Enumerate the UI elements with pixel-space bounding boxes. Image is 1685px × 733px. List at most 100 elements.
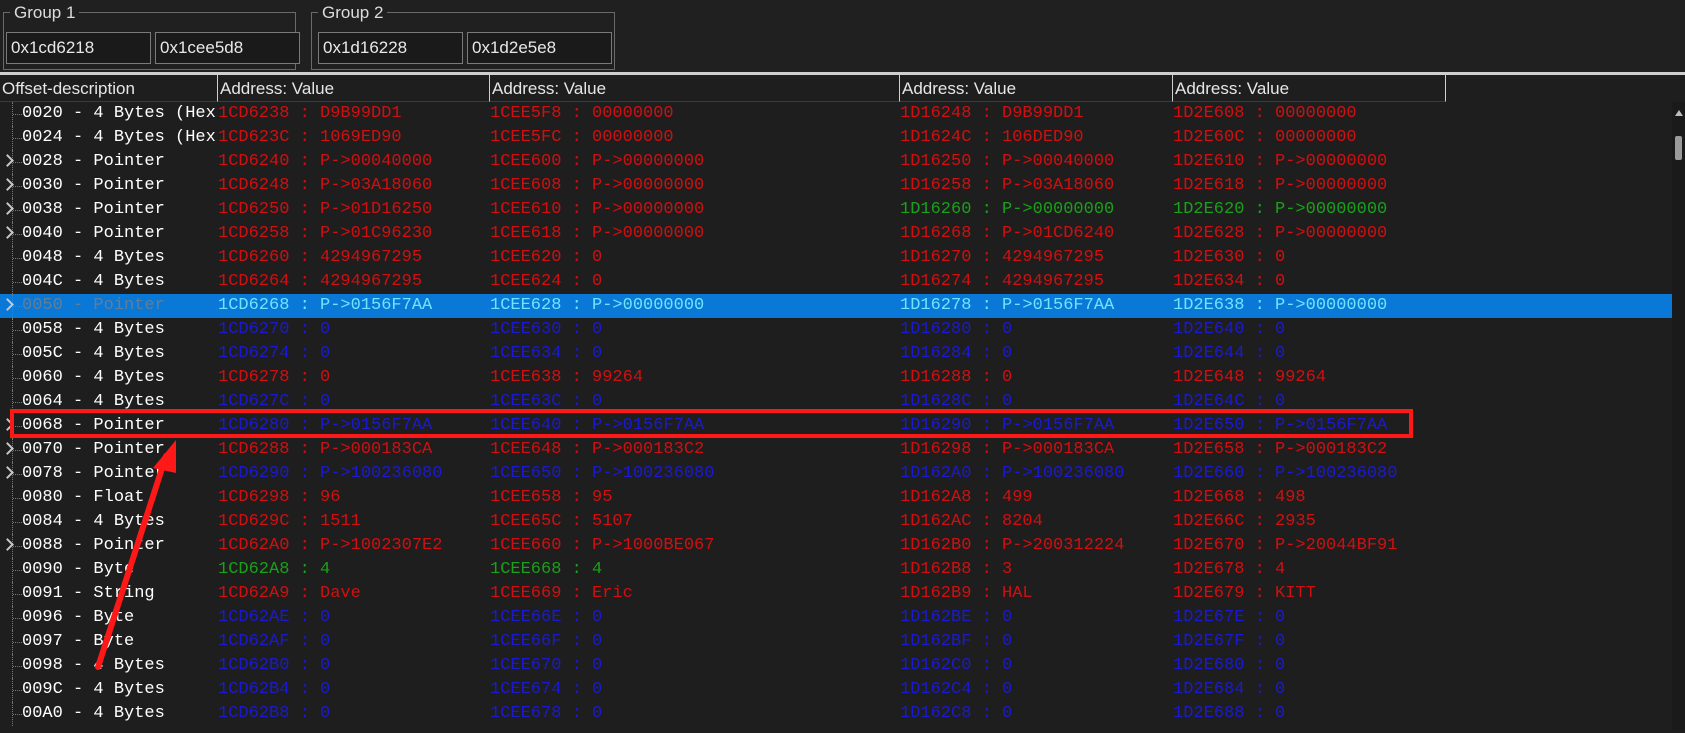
table-row[interactable]: 0064 - 4 Bytes 1CD627C : 0 1CEE63C : 0 1D16… — [0, 390, 1672, 414]
address-value-cell: 1D2E644 : 0 — [1173, 344, 1286, 363]
column-header-address-value-1[interactable]: Address: Value — [218, 75, 490, 102]
table-row[interactable]: 0090 - Byte 1CD62A8 : 4 1CEE668 : 4 1D162B8… — [0, 558, 1672, 582]
address-value-cell: 1CD62A8 : 4 — [218, 560, 331, 579]
table-row[interactable]: 0091 - String 1CD62A9 : Dave 1CEE669 : Eri… — [0, 582, 1672, 606]
address-value-cell: 1D1624C : 106DED90 — [900, 128, 1084, 147]
address-value-cell: 1D2E630 : 0 — [1173, 248, 1286, 267]
table-row[interactable]: 0050 - Pointer 1CD6268 : P->0156F7AA 1CEE6… — [0, 294, 1672, 318]
offset-description: 0030 - Pointer — [22, 176, 165, 195]
address-value-cell: 1D2E608 : 00000000 — [1173, 104, 1357, 123]
address-value-cell: 1D16274 : 4294967295 — [900, 272, 1105, 291]
table-row[interactable]: 0028 - Pointer 1CD6240 : P->00040000 1CEE6… — [0, 150, 1672, 174]
address-value-cell: 1CD6248 : P->03A18060 — [218, 176, 433, 195]
address-value-cell: 1D162B9 : HAL — [900, 584, 1033, 603]
table-row[interactable]: 0048 - 4 Bytes 1CD6260 : 4294967295 1CEE62… — [0, 246, 1672, 270]
address-value-cell: 1D2E688 : 0 — [1173, 704, 1286, 723]
table-row[interactable]: 0020 - 4 Bytes (Hex) 1CD6238 : D9B99DD1 1C… — [0, 102, 1672, 126]
offset-description: 009C - 4 Bytes — [22, 680, 165, 699]
table-row[interactable]: 005C - 4 Bytes 1CD6274 : 0 1CEE634 : 0 1D16… — [0, 342, 1672, 366]
vertical-scrollbar[interactable] — [1672, 102, 1685, 730]
address-value-cell: 1CEE658 : 95 — [490, 488, 613, 507]
address-value-cell: 1D16278 : P->0156F7AA — [900, 296, 1115, 315]
group-toolbar: Group 1 0x1cd6218 0x1cee5d8 Group 2 0x1d… — [0, 0, 1685, 72]
table-row[interactable]: 0030 - Pointer 1CD6248 : P->03A18060 1CEE6… — [0, 174, 1672, 198]
table-row[interactable]: 0058 - 4 Bytes 1CD6270 : 0 1CEE630 : 0 1D16… — [0, 318, 1672, 342]
address-value-cell: 1D2E628 : P->00000000 — [1173, 224, 1388, 243]
address-value-cell: 1D2E66C : 2935 — [1173, 512, 1316, 531]
table-row[interactable]: 0096 - Byte 1CD62AE : 0 1CEE66E : 0 1D162BE… — [0, 606, 1672, 630]
offset-description: 0040 - Pointer — [22, 224, 165, 243]
offset-description: 0078 - Pointer — [22, 464, 165, 483]
group-2-box: Group 2 0x1d16228 0x1d2e5e8 — [311, 4, 615, 70]
group-1-address-2-input[interactable]: 0x1cee5d8 — [155, 32, 300, 64]
table-row[interactable]: 0097 - Byte 1CD62AF : 0 1CEE66F : 0 1D162BF… — [0, 630, 1672, 654]
table-row[interactable]: 00A0 - 4 Bytes 1CD62B8 : 0 1CEE678 : 0 1D16… — [0, 702, 1672, 726]
group-2-address-2-input[interactable]: 0x1d2e5e8 — [467, 32, 612, 64]
offset-description: 0064 - 4 Bytes — [22, 392, 165, 411]
offset-description: 0020 - 4 Bytes (Hex) — [22, 104, 218, 123]
scroll-up-arrow-icon[interactable] — [1675, 110, 1683, 116]
group-2-address-1-input[interactable]: 0x1d16228 — [318, 32, 463, 64]
column-header: Offset-description Address: Value Addres… — [0, 75, 1685, 102]
address-value-cell: 1D16270 : 4294967295 — [900, 248, 1105, 267]
address-value-cell: 1CD62B8 : 0 — [218, 704, 331, 723]
address-value-cell: 1D162C0 : 0 — [900, 656, 1013, 675]
table-row[interactable]: 0060 - 4 Bytes 1CD6278 : 0 1CEE638 : 99264… — [0, 366, 1672, 390]
table-row[interactable]: 0068 - Pointer 1CD6280 : P->0156F7AA 1CEE6… — [0, 414, 1672, 438]
offset-description: 0090 - Byte — [22, 560, 135, 579]
table-row[interactable]: 009C - 4 Bytes 1CD62B4 : 0 1CEE674 : 0 1D16… — [0, 678, 1672, 702]
address-value-cell: 1D2E64C : 0 — [1173, 392, 1286, 411]
offset-description: 0097 - Byte — [22, 632, 135, 651]
column-header-address-value-2[interactable]: Address: Value — [490, 75, 900, 102]
address-value-cell: 1D2E678 : 4 — [1173, 560, 1286, 579]
address-value-cell: 1CEE66F : 0 — [490, 632, 603, 651]
table-row[interactable]: 0098 - 4 Bytes 1CD62B0 : 0 1CEE670 : 0 1D16… — [0, 654, 1672, 678]
address-value-cell: 1CD62AE : 0 — [218, 608, 331, 627]
column-header-address-value-3[interactable]: Address: Value — [900, 75, 1173, 102]
table-row[interactable]: 0070 - Pointer 1CD6288 : P->000183CA 1CEE6… — [0, 438, 1672, 462]
table-row[interactable]: 0084 - 4 Bytes 1CD629C : 1511 1CEE65C : 51… — [0, 510, 1672, 534]
scrollbar-thumb[interactable] — [1675, 136, 1682, 160]
offset-description: 004C - 4 Bytes — [22, 272, 165, 291]
address-value-cell: 1D2E648 : 99264 — [1173, 368, 1327, 387]
table-row[interactable]: 0080 - Float 1CD6298 : 96 1CEE658 : 95 1D16… — [0, 486, 1672, 510]
address-value-cell: 1D16290 : P->0156F7AA — [900, 416, 1115, 435]
address-value-cell: 1D2E660 : P->100236080 — [1173, 464, 1398, 483]
address-value-cell: 1CD6268 : P->0156F7AA — [218, 296, 433, 315]
address-value-cell: 1CEE640 : P->0156F7AA — [490, 416, 705, 435]
column-header-offset-description[interactable]: Offset-description — [0, 75, 218, 102]
address-value-cell: 1CD62AF : 0 — [218, 632, 331, 651]
table-row[interactable]: 0038 - Pointer 1CD6250 : P->01D16250 1CEE6… — [0, 198, 1672, 222]
address-value-cell: 1D2E67E : 0 — [1173, 608, 1286, 627]
offset-description: 0098 - 4 Bytes — [22, 656, 165, 675]
address-value-cell: 1D16268 : P->01CD6240 — [900, 224, 1115, 243]
address-value-cell: 1CEE650 : P->100236080 — [490, 464, 715, 483]
table-row[interactable]: 0088 - Pointer 1CD62A0 : P->1002307E2 1CEE… — [0, 534, 1672, 558]
offset-description: 0058 - 4 Bytes — [22, 320, 165, 339]
group-2-title: Group 2 — [318, 4, 388, 22]
table-row[interactable]: 0024 - 4 Bytes (Hex) 1CD623C : 1069ED90 1C… — [0, 126, 1672, 150]
address-value-cell: 1D2E684 : 0 — [1173, 680, 1286, 699]
table-row[interactable]: 004C - 4 Bytes 1CD6264 : 4294967295 1CEE62… — [0, 270, 1672, 294]
address-value-cell: 1D2E668 : 498 — [1173, 488, 1306, 507]
offset-description: 0091 - String — [22, 584, 155, 603]
table-row[interactable]: 0040 - Pointer 1CD6258 : P->01C96230 1CEE6… — [0, 222, 1672, 246]
address-value-cell: 1CD629C : 1511 — [218, 512, 361, 531]
address-value-cell: 1CD6258 : P->01C96230 — [218, 224, 433, 243]
address-value-cell: 1CD6288 : P->000183CA — [218, 440, 433, 459]
offset-description: 0068 - Pointer — [22, 416, 165, 435]
address-value-cell: 1CEE65C : 5107 — [490, 512, 633, 531]
address-value-cell: 1CEE624 : 0 — [490, 272, 603, 291]
address-value-cell: 1CEE669 : Eric — [490, 584, 633, 603]
offset-description: 0080 - Float — [22, 488, 145, 507]
address-value-cell: 1D1628C : 0 — [900, 392, 1013, 411]
group-1-address-1-input[interactable]: 0x1cd6218 — [6, 32, 151, 64]
address-value-cell: 1D16280 : 0 — [900, 320, 1013, 339]
address-value-cell: 1CD6298 : 96 — [218, 488, 341, 507]
address-value-cell: 1D16288 : 0 — [900, 368, 1013, 387]
table-row[interactable]: 0078 - Pointer 1CD6290 : P->100236080 1CEE… — [0, 462, 1672, 486]
address-value-cell: 1D2E67F : 0 — [1173, 632, 1286, 651]
offset-description: 0050 - Pointer — [22, 296, 165, 315]
address-value-cell: 1CEE634 : 0 — [490, 344, 603, 363]
column-header-address-value-4[interactable]: Address: Value — [1173, 75, 1446, 102]
